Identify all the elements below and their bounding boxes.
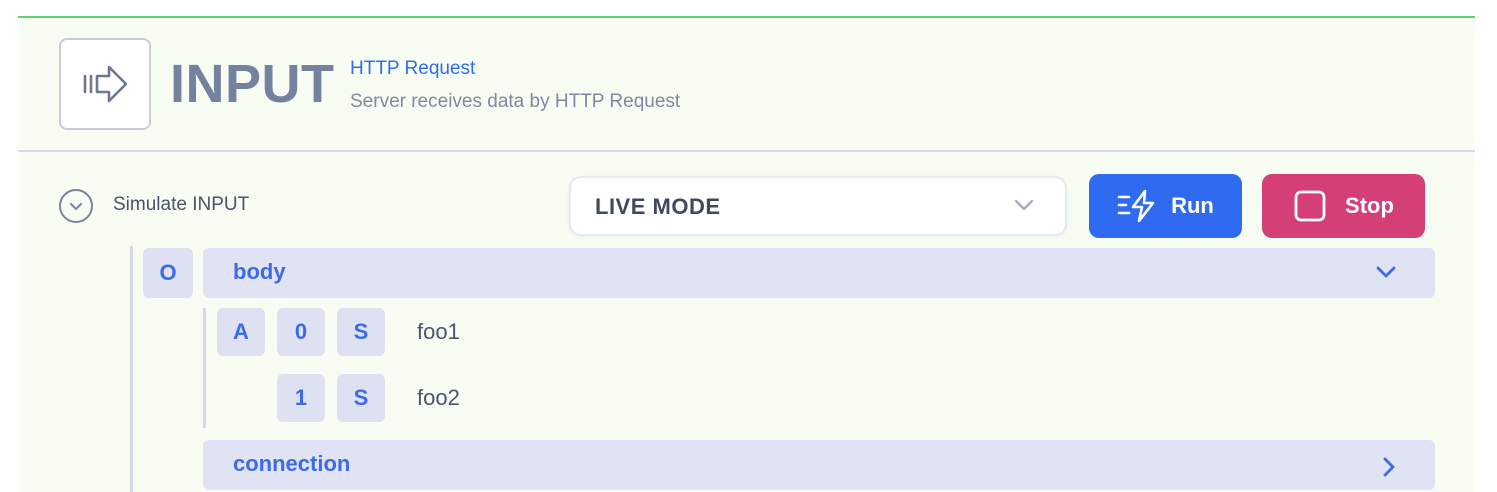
subtree-guide-line (203, 308, 206, 428)
chevron-down-icon (70, 203, 82, 210)
item-index-badge[interactable]: 1 (277, 374, 325, 422)
node-description: Server receives data by HTTP Request (350, 91, 681, 112)
input-arrow-icon (83, 65, 128, 103)
node-icon-box (59, 38, 151, 130)
tree-guide-line (130, 246, 133, 492)
stop-button[interactable]: Stop (1262, 174, 1425, 238)
tree-row-label: connection (233, 451, 351, 476)
run-button-label: Run (1171, 193, 1214, 218)
node-title: INPUT (170, 54, 335, 114)
chevron-down-icon (1014, 199, 1034, 211)
stop-square-icon (1294, 190, 1326, 222)
simulate-label: Simulate INPUT (113, 194, 250, 215)
chevron-right-icon (1383, 457, 1395, 477)
mode-select-value: LIVE MODE (595, 194, 721, 219)
lightning-icon (1117, 189, 1155, 223)
item-index-badge[interactable]: 0 (277, 308, 325, 356)
node-header: INPUT HTTP Request Server receives data … (18, 18, 1475, 152)
item-type-badge[interactable]: S (337, 374, 385, 422)
tree-row-label: body (233, 259, 286, 284)
mode-select[interactable]: LIVE MODE (569, 176, 1067, 236)
stop-button-label: Stop (1345, 193, 1394, 218)
input-node-panel: INPUT HTTP Request Server receives data … (18, 16, 1475, 492)
simulate-collapse-button[interactable] (59, 189, 93, 223)
tree-row-connection[interactable]: connection (203, 440, 1435, 490)
array-type-badge[interactable]: A (217, 308, 265, 356)
item-value[interactable]: foo1 (417, 319, 460, 345)
node-subtitle: HTTP Request (350, 58, 476, 79)
chevron-down-icon (1376, 266, 1396, 278)
run-button[interactable]: Run (1089, 174, 1242, 238)
item-value[interactable]: foo2 (417, 385, 460, 411)
root-type-badge[interactable]: O (143, 248, 193, 298)
tree-row-body[interactable]: body (203, 248, 1435, 298)
item-type-badge[interactable]: S (337, 308, 385, 356)
